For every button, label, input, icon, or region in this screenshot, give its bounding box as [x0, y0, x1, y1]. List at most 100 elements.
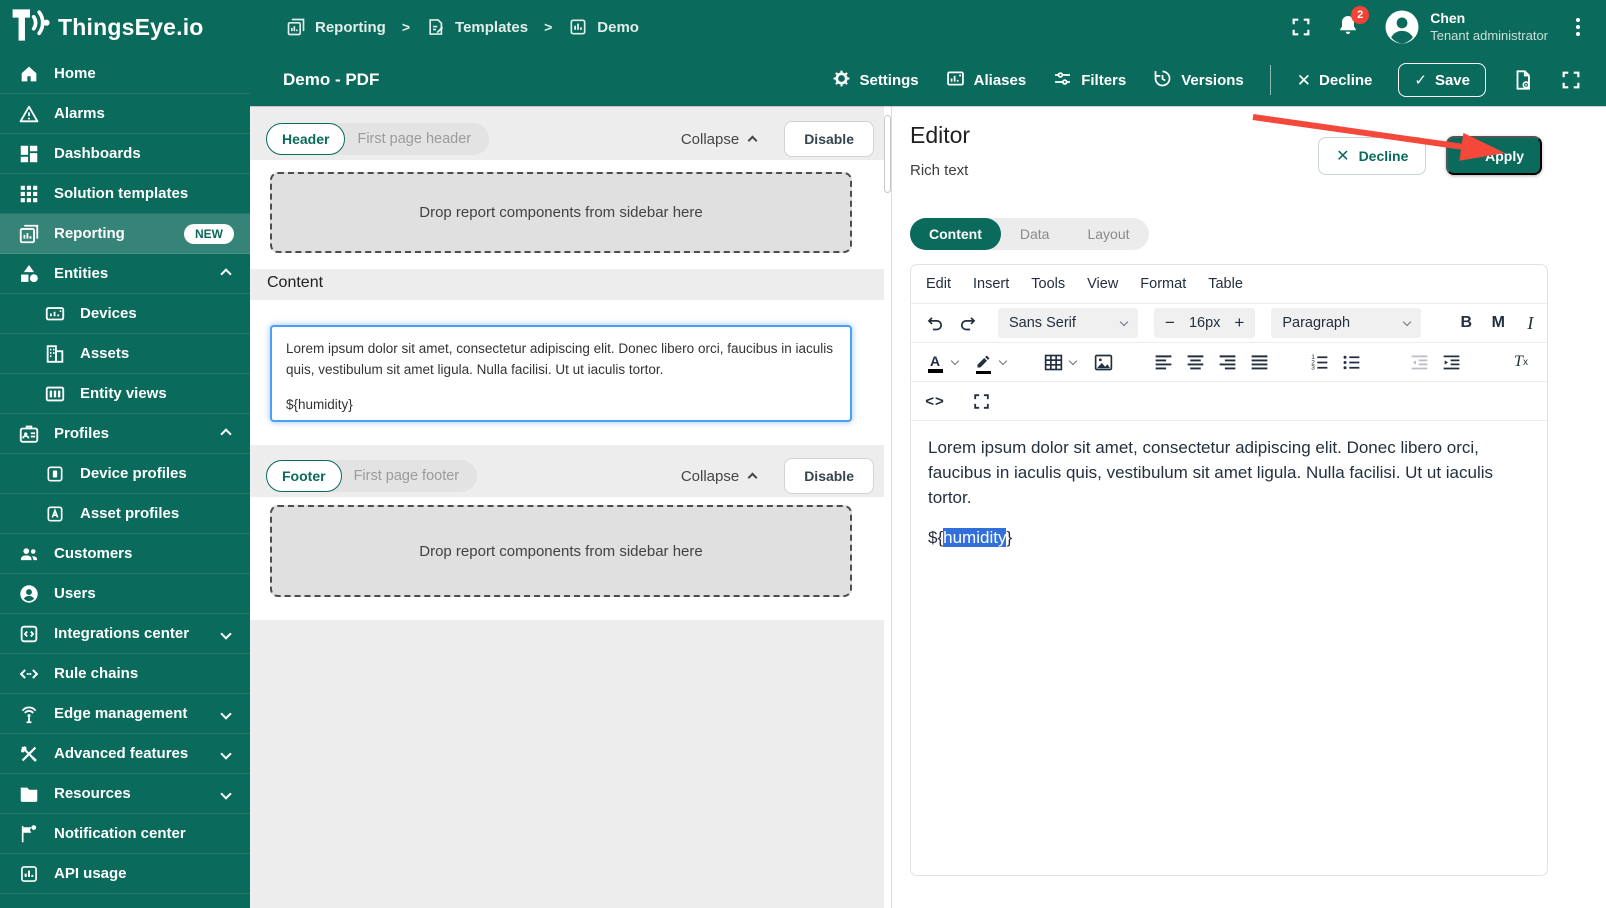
align-left-button[interactable]	[1148, 347, 1178, 377]
menu-table[interactable]: Table	[1208, 276, 1243, 292]
scrollbar-thumb[interactable]	[884, 115, 891, 193]
footer-chip[interactable]: Footer	[266, 460, 342, 492]
sidebar-item-api-usage[interactable]: API usage	[0, 854, 250, 894]
menu-insert[interactable]: Insert	[973, 276, 1009, 292]
italic-button[interactable]: I	[1515, 308, 1545, 338]
sidebar-item-edge-management[interactable]: Edge management	[0, 694, 250, 734]
sidebar-item-asset-profiles[interactable]: Asset profiles	[0, 494, 250, 534]
breadcrumb-item-demo[interactable]: Demo	[568, 17, 639, 37]
filters-button[interactable]: Filters	[1052, 68, 1126, 93]
header-disable-button[interactable]: Disable	[784, 121, 874, 157]
menu-edit[interactable]: Edit	[926, 276, 951, 292]
table-button[interactable]	[1038, 347, 1068, 377]
close-icon: ✕	[1296, 70, 1312, 90]
menu-view[interactable]: View	[1087, 276, 1118, 292]
notifications-button[interactable]: 2	[1336, 5, 1370, 42]
source-code-button[interactable]: <>	[920, 386, 950, 416]
align-center-button[interactable]	[1180, 347, 1210, 377]
sidebar-item-integrations-center[interactable]: Integrations center	[0, 614, 250, 654]
sidebar-item-home[interactable]: Home	[0, 54, 250, 94]
settings-button[interactable]: Settings	[832, 69, 919, 92]
tab-content[interactable]: Content	[910, 218, 1001, 250]
chevron-down-icon[interactable]	[950, 356, 960, 365]
align-right-button[interactable]	[1212, 347, 1242, 377]
sidebar-item-resources[interactable]: Resources	[0, 774, 250, 814]
sidebar-item-profiles[interactable]: Profiles	[0, 414, 250, 454]
indent-button[interactable]	[1436, 347, 1466, 377]
save-button[interactable]: ✓ Save	[1398, 63, 1486, 97]
breadcrumb-item-templates[interactable]: Templates	[426, 17, 528, 37]
footer-chip-group[interactable]: Footer First page footer	[266, 460, 478, 492]
merge-tags-button[interactable]: M	[1483, 308, 1513, 338]
editor-subtitle: Rich text	[910, 162, 969, 179]
strikethrough-button[interactable]: S	[1547, 308, 1548, 338]
decline-button[interactable]: ✕ Decline	[1318, 136, 1427, 175]
decline-button-header[interactable]: ✕ Decline	[1297, 72, 1373, 89]
sidebar-item-devices[interactable]: Devices	[0, 294, 250, 334]
user-menu[interactable]: Chen Tenant administrator	[1384, 9, 1548, 45]
chevron-down-icon[interactable]	[1068, 356, 1078, 365]
sidebar-item-entity-views[interactable]: Entity views	[0, 374, 250, 414]
font-family-select[interactable]: Sans Serif	[998, 308, 1138, 338]
sidebar-item-dashboards[interactable]: Dashboards	[0, 134, 250, 174]
templates-icon	[426, 17, 446, 37]
header-chip[interactable]: Header	[266, 123, 346, 155]
user-role: Tenant administrator	[1430, 27, 1548, 43]
content-richtext-block[interactable]: Lorem ipsum dolor sit amet, consectetur …	[270, 325, 852, 422]
undo-icon[interactable]	[920, 308, 950, 338]
sidebar-item-customers[interactable]: Customers	[0, 534, 250, 574]
sidebar-item-assets[interactable]: Assets	[0, 334, 250, 374]
fullscreen-icon[interactable]	[1560, 69, 1582, 91]
bullet-list-button[interactable]	[1336, 347, 1366, 377]
page-title: Demo - PDF	[283, 70, 380, 89]
sidebar-item-entities[interactable]: Entities	[0, 254, 250, 294]
text-color-button[interactable]: A	[920, 347, 950, 377]
bold-button[interactable]: B	[1451, 308, 1481, 338]
notification-center-icon	[18, 823, 40, 845]
insert-image-button[interactable]	[1088, 347, 1118, 377]
sidebar-item-reporting[interactable]: Reporting NEW	[0, 214, 250, 254]
increase-font-icon[interactable]: +	[1234, 313, 1244, 333]
fullscreen-editor-icon[interactable]	[966, 386, 996, 416]
editor-paragraph: Lorem ipsum dolor sit amet, consectetur …	[928, 438, 1494, 507]
align-justify-button[interactable]	[1244, 347, 1274, 377]
block-format-select[interactable]: Paragraph	[1271, 308, 1422, 338]
header-dropzone[interactable]: Drop report components from sidebar here	[270, 172, 852, 253]
decrease-font-icon[interactable]: −	[1165, 313, 1175, 333]
logo[interactable]: ThingsEye.io	[0, 3, 250, 52]
panel-scrollbar[interactable]	[884, 106, 891, 908]
ordered-list-button[interactable]: 123	[1304, 347, 1334, 377]
sidebar-item-device-profiles[interactable]: Device profiles	[0, 454, 250, 494]
sidebar-item-users[interactable]: Users	[0, 574, 250, 614]
redo-icon[interactable]	[952, 308, 982, 338]
kebab-menu-icon[interactable]	[1572, 14, 1584, 40]
footer-collapse-button[interactable]: Collapse	[681, 468, 758, 485]
sidebar-item-solution-templates[interactable]: Solution templates	[0, 174, 250, 214]
breadcrumb-item-reporting[interactable]: Reporting	[286, 17, 386, 37]
outdent-button[interactable]	[1404, 347, 1434, 377]
header-collapse-button[interactable]: Collapse	[681, 131, 758, 148]
footer-dropzone[interactable]: Drop report components from sidebar here	[270, 505, 852, 597]
tab-data[interactable]: Data	[1001, 218, 1069, 250]
footer-disable-button[interactable]: Disable	[784, 458, 874, 494]
font-size-stepper[interactable]: − 16px +	[1154, 308, 1256, 338]
toolbar-row-2: A 1 2 3 T x	[911, 342, 1547, 381]
tab-layout[interactable]: Layout	[1068, 218, 1148, 250]
sidebar-item-label: Assets	[80, 345, 130, 362]
sidebar-item-notification-center[interactable]: Notification center	[0, 814, 250, 854]
apply-button[interactable]: ✓ Apply	[1446, 136, 1542, 175]
sidebar-item-alarms[interactable]: Alarms	[0, 94, 250, 134]
chevron-down-icon[interactable]	[998, 356, 1008, 365]
highlight-color-button[interactable]	[968, 347, 998, 377]
clear-formatting-button[interactable]: Tx	[1506, 347, 1536, 377]
editor-content-area[interactable]: Lorem ipsum dolor sit amet, consectetur …	[911, 420, 1547, 720]
versions-button[interactable]: Versions	[1152, 68, 1244, 93]
sidebar-item-rule-chains[interactable]: Rule chains	[0, 654, 250, 694]
sidebar-item-advanced-features[interactable]: Advanced features	[0, 734, 250, 774]
aliases-button[interactable]: Aliases	[945, 68, 1026, 93]
generate-report-icon[interactable]	[1512, 69, 1534, 91]
menu-format[interactable]: Format	[1140, 276, 1186, 292]
header-chip-group[interactable]: Header First page header	[266, 123, 490, 155]
fullscreen-icon[interactable]	[1290, 16, 1312, 38]
menu-tools[interactable]: Tools	[1031, 276, 1065, 292]
